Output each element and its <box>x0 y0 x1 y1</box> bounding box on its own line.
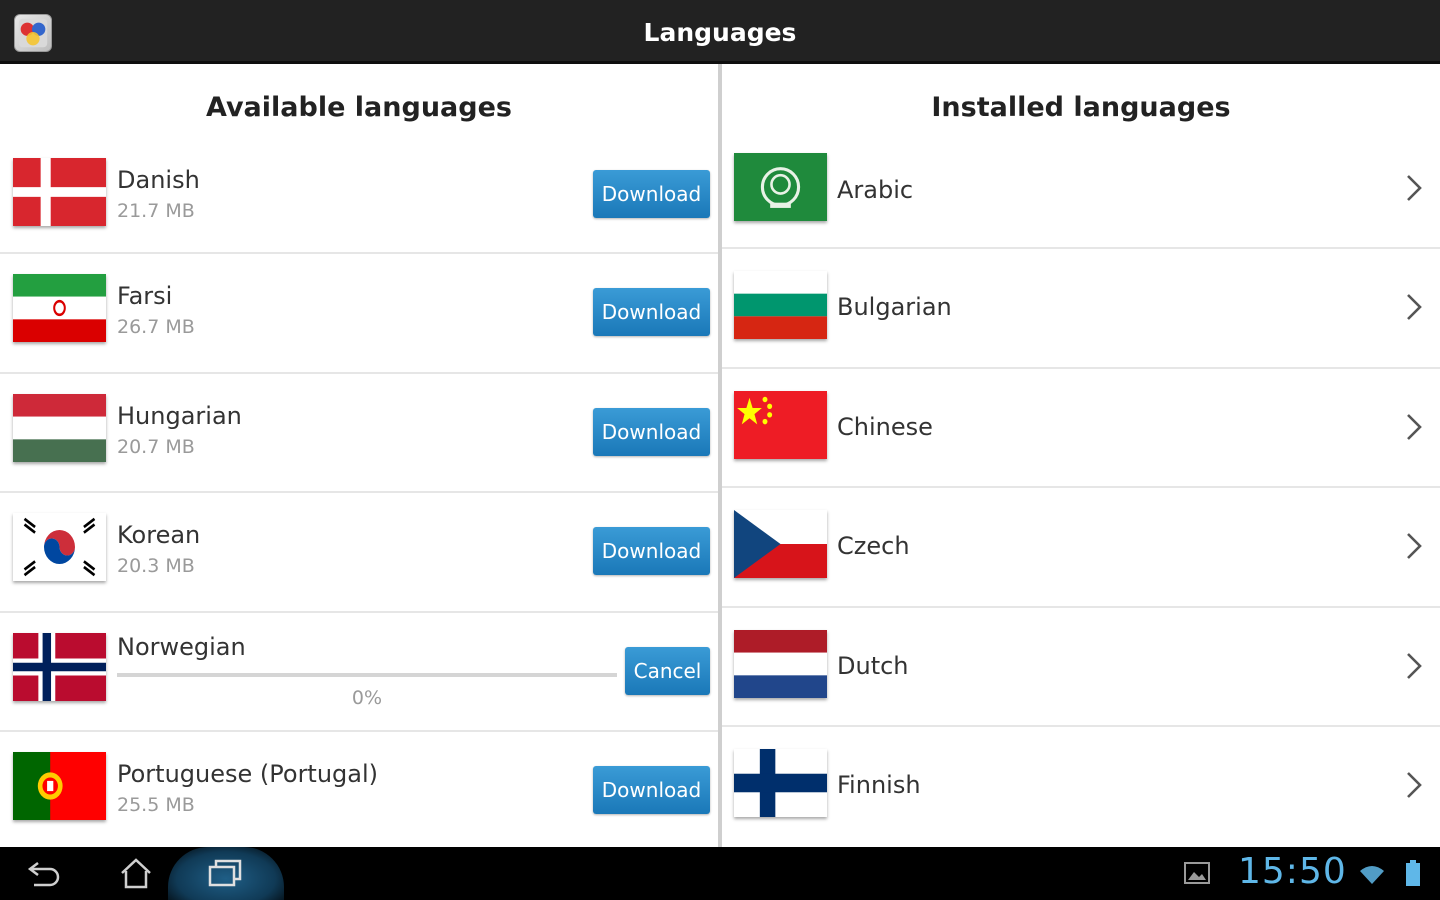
list-item-danish: Danish 21.7 MB Download <box>0 148 718 254</box>
list-item-korean: Korean 20.3 MB Download <box>0 493 718 613</box>
finnish-flag-icon <box>734 749 827 817</box>
download-button-hungarian[interactable]: Download <box>593 407 710 456</box>
gallery-notification-icon[interactable] <box>1184 861 1210 885</box>
available-languages-heading: Available languages <box>206 92 512 123</box>
installed-item-finnish[interactable]: Finnish <box>722 727 1440 847</box>
language-name: Hungarian <box>117 401 242 430</box>
battery-icon <box>1404 859 1422 887</box>
download-progress-bar <box>117 672 617 677</box>
list-item-farsi: Farsi 26.7 MB Download <box>0 254 718 374</box>
portuguese-flag-icon <box>13 752 106 820</box>
installed-item-bulgarian[interactable]: Bulgarian <box>722 249 1440 369</box>
farsi-flag-icon <box>13 274 106 342</box>
chevron-right-icon <box>1402 409 1426 445</box>
chevron-right-icon <box>1402 170 1426 206</box>
installed-languages-panel: Installed languages Arabic Bulgarian Chi… <box>722 64 1440 847</box>
chevron-right-icon <box>1402 289 1426 325</box>
list-item-norwegian: Norwegian 0% Cancel <box>0 613 718 732</box>
chevron-right-icon <box>1402 767 1426 803</box>
download-button-korean[interactable]: Download <box>593 527 710 575</box>
action-bar: Languages <box>0 0 1440 64</box>
language-name: Norwegian <box>117 632 246 661</box>
language-name: Arabic <box>837 176 914 204</box>
installed-item-czech[interactable]: Czech <box>722 488 1440 608</box>
installed-item-chinese[interactable]: Chinese <box>722 369 1440 488</box>
arabic-flag-icon <box>734 153 827 221</box>
installed-languages-heading: Installed languages <box>931 92 1231 123</box>
chinese-flag-icon <box>734 390 827 459</box>
language-name: Czech <box>837 532 910 560</box>
download-button-portuguese[interactable]: Download <box>593 766 710 814</box>
download-button-danish[interactable]: Download <box>593 170 710 218</box>
installed-item-arabic[interactable]: Arabic <box>722 148 1440 249</box>
danish-flag-icon <box>13 158 106 226</box>
czech-flag-icon <box>734 510 827 578</box>
hungarian-flag-icon <box>13 393 106 462</box>
language-name: Chinese <box>837 412 933 441</box>
system-navigation-bar: 15:50 <box>0 847 1440 900</box>
bulgarian-flag-icon <box>734 271 827 339</box>
language-size: 20.3 MB <box>117 555 195 577</box>
language-size: 20.7 MB <box>117 435 195 458</box>
korean-flag-icon <box>13 513 106 581</box>
available-languages-panel: Available languages Danish 21.7 MB Downl… <box>0 64 718 847</box>
language-size: 26.7 MB <box>117 316 195 338</box>
download-button-farsi[interactable]: Download <box>593 288 710 336</box>
list-item-hungarian: Hungarian 20.7 MB Download <box>0 374 718 493</box>
norwegian-flag-icon <box>13 632 106 701</box>
language-name: Farsi <box>117 282 173 310</box>
status-clock: 15:50 <box>1238 851 1347 892</box>
home-icon[interactable] <box>106 853 166 893</box>
language-size: 21.7 MB <box>117 200 195 222</box>
language-name: Korean <box>117 521 201 549</box>
chevron-right-icon <box>1402 528 1426 564</box>
download-progress-label: 0% <box>351 686 383 709</box>
recent-apps-icon[interactable] <box>196 853 256 893</box>
language-name: Dutch <box>837 651 909 680</box>
installed-item-dutch[interactable]: Dutch <box>722 608 1440 727</box>
language-name: Danish <box>117 166 200 194</box>
dutch-flag-icon <box>734 629 827 698</box>
cancel-button-norwegian[interactable]: Cancel <box>625 646 710 695</box>
list-item-portuguese: Portuguese (Portugal) 25.5 MB Download <box>0 732 718 852</box>
wifi-icon <box>1358 863 1386 885</box>
chevron-right-icon <box>1402 648 1426 684</box>
language-name: Portuguese (Portugal) <box>117 760 379 788</box>
language-name: Bulgarian <box>837 293 952 321</box>
page-title: Languages <box>643 18 797 47</box>
language-name: Finnish <box>837 771 921 799</box>
back-icon[interactable] <box>16 853 76 893</box>
language-size: 25.5 MB <box>117 794 195 816</box>
